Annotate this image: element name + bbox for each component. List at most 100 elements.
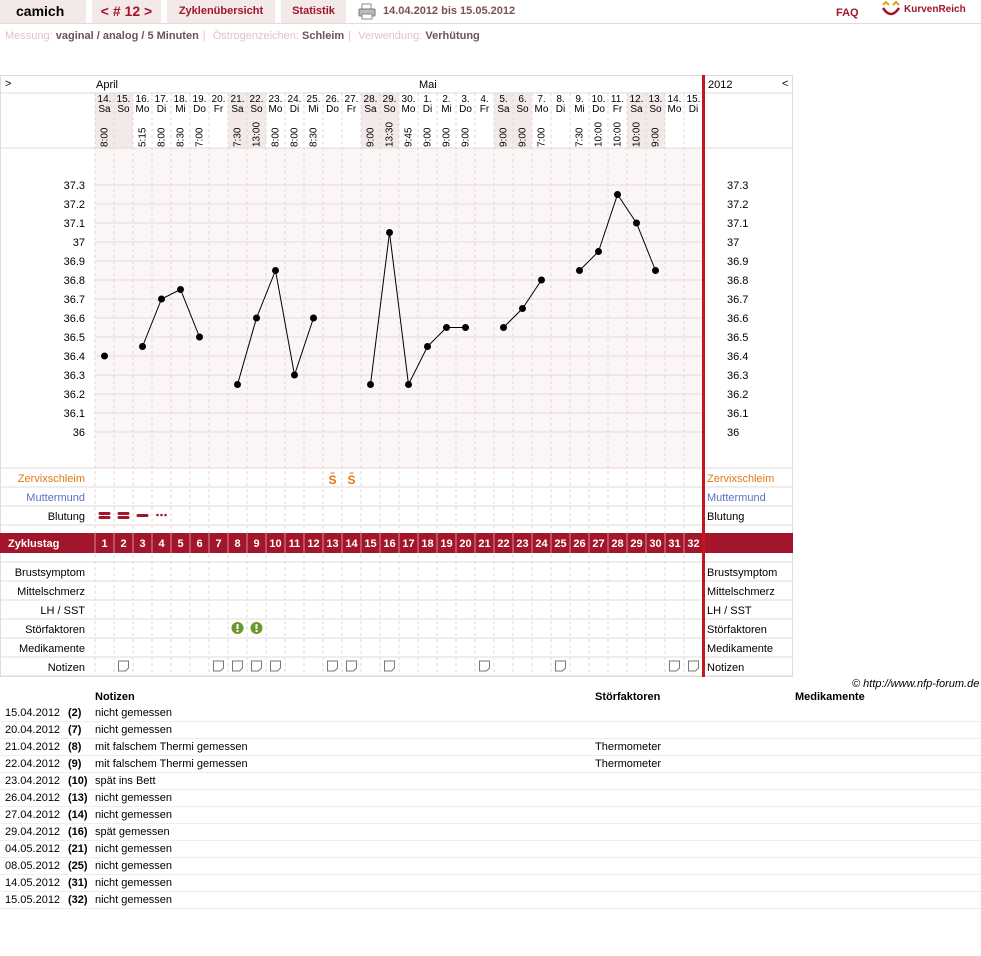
- weekday-label: Di: [423, 104, 432, 115]
- temperature-chart: 37.3 37.337.2 37.237.1 37.137 3736.9 36.936.8…: [0, 75, 793, 677]
- temperature-point[interactable]: [367, 381, 374, 388]
- verwendung-label: Verwendung:: [358, 30, 423, 42]
- time-label: 13:30: [385, 122, 396, 147]
- temperature-point[interactable]: [652, 267, 659, 274]
- note-icon[interactable]: [270, 660, 281, 672]
- temperature-point[interactable]: [158, 295, 165, 303]
- y-tick-left: 36.1: [64, 408, 85, 420]
- temperature-point[interactable]: [519, 305, 526, 312]
- note-icon[interactable]: [688, 660, 699, 672]
- cycle-day-number: 5: [177, 538, 183, 550]
- note-icon[interactable]: [118, 660, 129, 672]
- weekday-label: Fr: [480, 104, 490, 115]
- weekday-label: Sa: [497, 104, 510, 115]
- kurvenreich-logo[interactable]: KurvenReich: [880, 0, 980, 23]
- cycle-day-number: 9: [253, 538, 259, 550]
- y-tick-right: 36.5: [727, 332, 748, 344]
- warning-icon-dot: [236, 630, 239, 632]
- statistics-tab[interactable]: Statistik: [281, 0, 346, 23]
- notes-row: 21.04.2012 (8) mit falschem Thermi gemesse…: [0, 739, 981, 756]
- temperature-point[interactable]: [576, 267, 583, 274]
- note-text: mit falschem Thermi gemessen: [95, 741, 248, 753]
- weekday-label: Di: [689, 104, 698, 115]
- lower-row-label-left: Brustsymptom: [15, 567, 85, 579]
- note-date: 14.05.2012: [5, 877, 61, 889]
- note-icon[interactable]: [555, 660, 566, 672]
- time-label: 10:00: [632, 122, 643, 147]
- temperature-point[interactable]: [386, 229, 393, 236]
- note-date: 22.04.2012: [5, 758, 61, 770]
- temperature-point[interactable]: [234, 381, 241, 388]
- cycle-day-number: 29: [630, 538, 642, 550]
- time-label: 9:00: [423, 127, 434, 147]
- temperature-point[interactable]: [405, 381, 412, 388]
- bleeding-heavy: [98, 516, 111, 519]
- time-label: 8:30: [309, 127, 320, 147]
- weekday-label: Mi: [175, 104, 186, 115]
- time-label: 9:45: [404, 127, 415, 147]
- lower-row-label-left: Medikamente: [19, 643, 85, 655]
- weekday-label: Fr: [613, 104, 623, 115]
- printer-icon[interactable]: [358, 3, 376, 20]
- note-date: 15.05.2012: [5, 894, 61, 906]
- temperature-point[interactable]: [101, 352, 108, 360]
- bleeding-heavy: [98, 512, 111, 515]
- cycle-day-number: 8: [234, 538, 240, 550]
- messung-value: vaginal / analog / 5 Minuten: [55, 30, 199, 42]
- y-tick-right: 37.1: [727, 218, 748, 230]
- temperature-point[interactable]: [500, 324, 507, 331]
- note-date: 04.05.2012: [5, 843, 61, 855]
- note-date: 08.05.2012: [5, 860, 61, 872]
- note-icon[interactable]: [213, 660, 224, 672]
- weekday-label: So: [383, 104, 396, 115]
- weekday-label: Di: [290, 104, 299, 115]
- lower-row-label-right: Medikamente: [707, 643, 773, 655]
- temperature-point[interactable]: [614, 191, 621, 198]
- note-icon[interactable]: [384, 660, 395, 672]
- note-icon[interactable]: [479, 660, 490, 672]
- cycle-selector[interactable]: < # 12 >: [92, 0, 161, 23]
- temperature-point[interactable]: [139, 343, 146, 350]
- temperature-point[interactable]: [310, 314, 317, 322]
- temperature-point[interactable]: [538, 276, 545, 284]
- temperature-point[interactable]: [177, 286, 184, 293]
- note-icon[interactable]: [232, 660, 243, 672]
- temperature-point[interactable]: [291, 371, 298, 379]
- time-label: 7:00: [195, 127, 206, 147]
- temperature-point[interactable]: [272, 267, 279, 274]
- lower-row-label-left: LH / SST: [40, 605, 85, 617]
- measurement-info: Messung: vaginal / analog / 5 Minuten | Ö…: [5, 30, 480, 42]
- faq-link[interactable]: FAQ: [836, 2, 859, 25]
- y-tick-right: 36.4: [727, 351, 748, 363]
- lower-row-label-left: Mittelschmerz: [17, 586, 85, 598]
- note-icon[interactable]: [251, 660, 262, 672]
- note-icon[interactable]: [346, 660, 357, 672]
- temperature-point[interactable]: [633, 219, 640, 227]
- note-cycle-day: (13): [68, 792, 88, 804]
- cycle-day-number: 1: [101, 538, 107, 550]
- notes-table: Notizen Störfaktoren Medikamente 15.04.2…: [0, 689, 981, 909]
- note-stoerfaktor: Thermometer: [595, 758, 662, 770]
- weekday-label: Mo: [402, 104, 416, 115]
- time-label: 8:00: [271, 127, 282, 147]
- temperature-point[interactable]: [196, 333, 203, 341]
- cycle-day-number: 23: [516, 538, 528, 550]
- y-tick-left: 37.2: [64, 199, 85, 211]
- temperature-point[interactable]: [462, 324, 469, 331]
- cycle-overview-tab[interactable]: Zyklenübersicht: [167, 0, 275, 23]
- note-date: 29.04.2012: [5, 826, 61, 838]
- cycle-day-number: 4: [158, 538, 165, 550]
- temperature-point[interactable]: [443, 324, 450, 331]
- y-tick-right: 36.2: [727, 389, 748, 401]
- y-tick-left: 37.3: [64, 180, 85, 192]
- y-tick-left: 36.2: [64, 389, 85, 401]
- temperature-point[interactable]: [595, 248, 602, 255]
- temperature-point[interactable]: [253, 314, 260, 322]
- note-icon[interactable]: [327, 660, 338, 672]
- notes-header: Notizen Störfaktoren Medikamente: [0, 689, 981, 705]
- note-icon[interactable]: [669, 660, 680, 672]
- note-text: nicht gemessen: [95, 877, 173, 889]
- time-label: 10:00: [594, 122, 605, 147]
- temperature-point[interactable]: [424, 343, 431, 350]
- note-text: spät ins Bett: [95, 775, 156, 787]
